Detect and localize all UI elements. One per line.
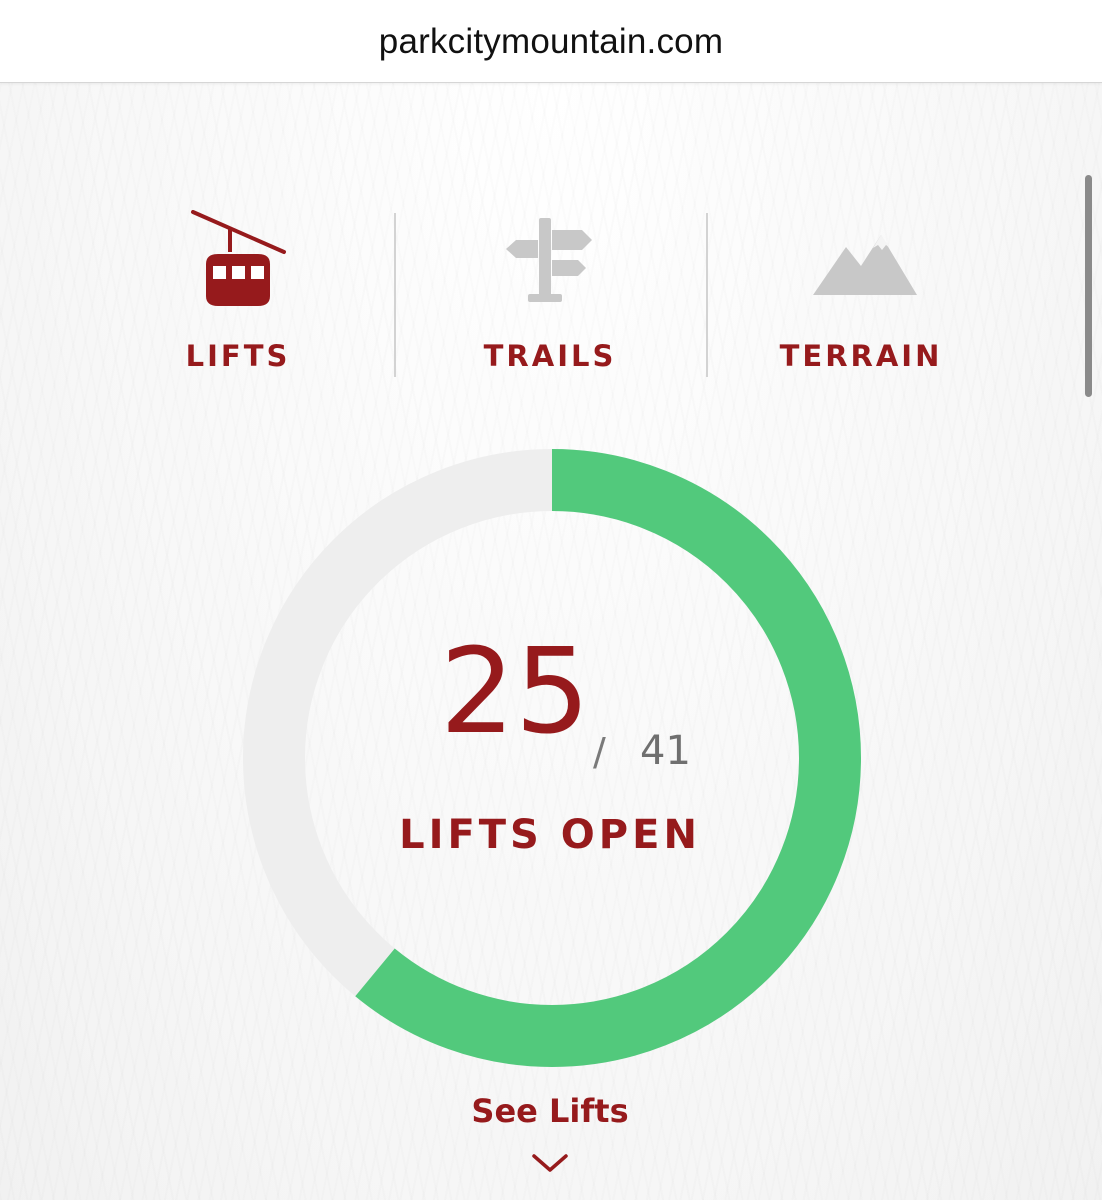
- tab-terrain[interactable]: TERRAIN: [741, 205, 981, 385]
- mountain-icon: [741, 205, 981, 315]
- url-text[interactable]: parkcitymountain.com: [0, 22, 1102, 62]
- tab-lifts[interactable]: LIFTS: [118, 205, 358, 385]
- tab-terrain-label: TERRAIN: [779, 339, 943, 373]
- tab-divider: [706, 213, 708, 377]
- browser-url-bar[interactable]: parkcitymountain.com: [0, 0, 1102, 83]
- tab-trails-label: TRAILS: [483, 339, 617, 373]
- signpost-icon: [430, 205, 670, 315]
- lifts-open-label: LIFTS OPEN: [399, 812, 701, 858]
- gondola-icon: [118, 205, 358, 315]
- see-lifts-link[interactable]: See Lifts: [400, 1092, 700, 1130]
- count-separator: /: [593, 730, 606, 774]
- tab-trails[interactable]: TRAILS: [430, 205, 670, 385]
- lifts-open-count: 25: [439, 622, 590, 760]
- scrollbar[interactable]: [1085, 175, 1092, 397]
- lifts-total-count: 41: [640, 728, 691, 774]
- chevron-down-icon[interactable]: [530, 1148, 570, 1176]
- tab-lifts-label: LIFTS: [185, 339, 291, 373]
- tab-divider: [394, 213, 396, 377]
